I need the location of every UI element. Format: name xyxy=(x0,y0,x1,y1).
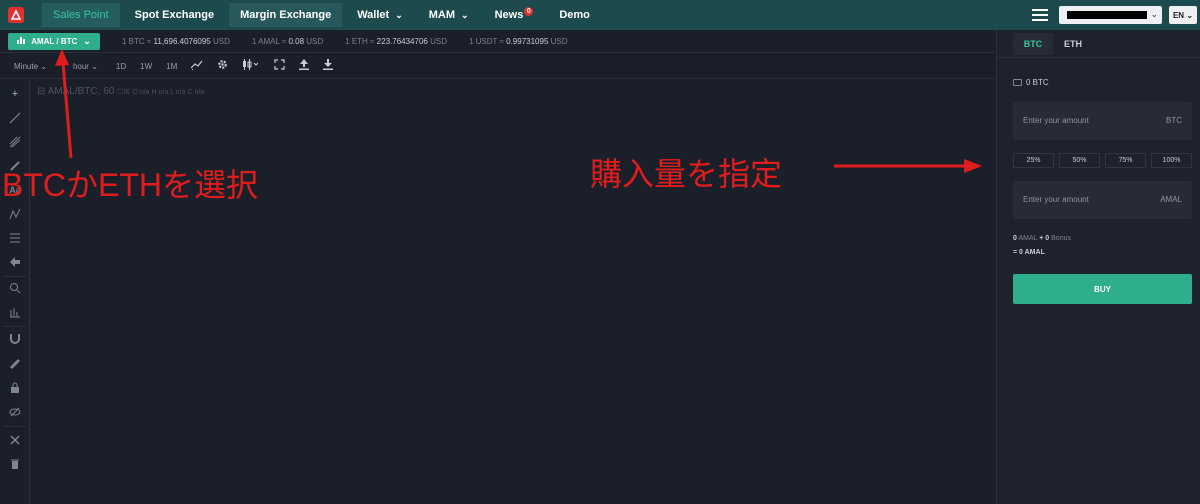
nav-tab-news[interactable]: News 0 xyxy=(484,3,545,27)
pattern-icon[interactable] xyxy=(7,206,23,222)
eye-hidden-icon[interactable] xyxy=(7,404,23,420)
nav-tab-margin-exchange[interactable]: Margin Exchange xyxy=(229,3,343,27)
candlestick-icon[interactable] xyxy=(242,59,260,73)
arrow-left-icon[interactable] xyxy=(7,254,23,270)
range-1m-button[interactable]: 1M xyxy=(166,62,177,71)
percent-buttons: 25% 50% 75% 100% xyxy=(1013,153,1192,168)
tools-icon[interactable] xyxy=(7,432,23,448)
ticker-btc: 1 BTC ≈ 11,696.4076095 USD xyxy=(122,36,230,46)
zoom-in-icon[interactable] xyxy=(7,280,23,296)
collapse-icon[interactable]: ⊟ xyxy=(37,86,45,97)
buy-button[interactable]: BUY xyxy=(1013,274,1192,304)
chevron-down-icon: ⌄ xyxy=(83,35,91,46)
gear-icon[interactable] xyxy=(217,59,228,73)
purchase-summary: 0 AMAL + 0 Bonus xyxy=(1013,235,1071,242)
wallet-icon xyxy=(1013,79,1022,86)
percent-50-button[interactable]: 50% xyxy=(1059,153,1100,168)
top-navbar: Sales Point Spot Exchange Margin Exchang… xyxy=(0,0,1200,30)
range-1w-button[interactable]: 1W xyxy=(140,62,152,71)
fib-icon[interactable] xyxy=(7,230,23,246)
balance-display: 0 BTC xyxy=(1013,78,1049,87)
magnet-icon[interactable] xyxy=(7,330,23,346)
measure-icon[interactable] xyxy=(7,304,23,320)
ruler-icon[interactable] xyxy=(7,356,23,372)
pitchfork-icon[interactable] xyxy=(7,134,23,150)
amal-amount-input[interactable]: Enter your amount AMAL xyxy=(1013,181,1192,219)
redacted-account-name xyxy=(1067,11,1147,19)
annotation-specify-amount: 購入量を指定 xyxy=(590,156,783,192)
pair-select-button[interactable]: AMAL / BTC ⌄ xyxy=(8,32,100,50)
chevron-down-icon: ⌄ xyxy=(1150,9,1158,19)
interval-hour-select[interactable]: hour ⌄ xyxy=(73,62,98,71)
app-root: Sales Point Spot Exchange Margin Exchang… xyxy=(0,0,1200,504)
nav-tab-spot-exchange[interactable]: Spot Exchange xyxy=(124,3,225,27)
tab-btc[interactable]: BTC xyxy=(1013,33,1053,55)
upload-icon[interactable] xyxy=(299,59,310,73)
currency-tabs: BTC ETH xyxy=(1013,33,1093,55)
percent-100-button[interactable]: 100% xyxy=(1151,153,1192,168)
annotation-select-currency: BTCかETHを選択 xyxy=(2,167,259,203)
main-nav: Sales Point Spot Exchange Margin Exchang… xyxy=(42,0,605,30)
download-icon[interactable] xyxy=(323,59,334,73)
lock-icon[interactable] xyxy=(7,380,23,396)
tab-eth[interactable]: ETH xyxy=(1053,33,1093,55)
language-select[interactable]: EN ⌄ xyxy=(1169,6,1197,24)
nav-tab-mam[interactable]: MAM ⌄ xyxy=(418,3,480,27)
ticker-bar: AMAL / BTC ⌄ 1 BTC ≈ 11,696.4076095 USD … xyxy=(0,30,995,53)
legend-buttons-icon[interactable]: ☐☒ xyxy=(117,89,130,96)
drawing-toolbar: + Aa xyxy=(0,80,30,504)
chevron-down-icon: ⌄ xyxy=(461,9,469,20)
purchase-total: = 0 AMAL xyxy=(1013,249,1045,256)
trend-line-icon[interactable] xyxy=(7,110,23,126)
chevron-down-icon: ⌄ xyxy=(395,9,403,20)
crosshair-icon[interactable]: + xyxy=(7,86,23,102)
account-dropdown[interactable]: ⌄ xyxy=(1059,6,1162,24)
percent-75-button[interactable]: 75% xyxy=(1105,153,1146,168)
nav-tab-wallet[interactable]: Wallet ⌄ xyxy=(346,3,414,27)
bar-chart-icon xyxy=(17,36,26,46)
fullscreen-icon[interactable] xyxy=(274,59,285,73)
brand-logo-icon[interactable] xyxy=(8,7,24,23)
nav-tab-sales-point[interactable]: Sales Point xyxy=(42,3,120,27)
ticker-eth: 1 ETH ≈ 223.76434706 USD xyxy=(345,36,447,46)
chart-legend: ⊟ AMAL/BTC, 60 ☐☒ O n/a H n/a L n/a C n/… xyxy=(37,86,205,97)
chart-toolbar: Minute ⌄ hour ⌄ 1D 1W 1M xyxy=(0,54,995,79)
buy-panel: BTC ETH 0 BTC Enter your amount BTC 25% … xyxy=(996,30,1200,504)
range-1d-button[interactable]: 1D xyxy=(116,62,126,71)
indicators-icon[interactable] xyxy=(190,59,203,73)
chevron-down-icon: ⌄ xyxy=(1186,10,1194,20)
percent-25-button[interactable]: 25% xyxy=(1013,153,1054,168)
price-chart[interactable]: ⊟ AMAL/BTC, 60 ☐☒ O n/a H n/a L n/a C n/… xyxy=(31,80,995,504)
ticker-amal: 1 AMAL ≈ 0.08 USD xyxy=(251,36,324,46)
trash-icon[interactable] xyxy=(7,456,23,472)
news-count-badge: 0 xyxy=(524,6,534,16)
interval-unit-select[interactable]: Minute ⌄ xyxy=(14,62,47,71)
menu-icon[interactable] xyxy=(1032,9,1048,21)
ticker-usdt: 1 USDT ≈ 0.99731095 USD xyxy=(468,36,568,46)
nav-tab-demo[interactable]: Demo xyxy=(548,3,601,27)
btc-amount-input[interactable]: Enter your amount BTC xyxy=(1013,102,1192,140)
